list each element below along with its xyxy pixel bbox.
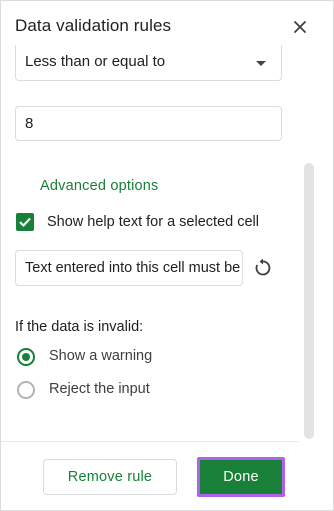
- dropdown-arrow-icon: [256, 61, 266, 66]
- criteria-selected-value: Less than or equal to: [25, 53, 166, 70]
- footer-divider: [1, 441, 299, 442]
- criteria-dropdown[interactable]: Less than or equal to: [15, 45, 282, 81]
- help-text-input[interactable]: [15, 250, 243, 286]
- radio-label: Reject the input: [49, 381, 150, 397]
- radio-button: [17, 381, 35, 399]
- close-icon[interactable]: [291, 18, 309, 36]
- reset-icon[interactable]: [252, 257, 274, 279]
- help-text-checkbox[interactable]: [16, 213, 34, 231]
- value-input[interactable]: [15, 106, 282, 141]
- help-text-checkbox-label: Show help text for a selected cell: [47, 214, 259, 230]
- dialog-title: Data validation rules: [15, 16, 172, 35]
- advanced-options-link[interactable]: Advanced options: [40, 178, 158, 194]
- invalid-data-heading: If the data is invalid:: [15, 319, 144, 335]
- radio-label: Show a warning: [49, 348, 153, 364]
- done-button[interactable]: Done: [197, 457, 285, 497]
- checkmark-icon: [19, 217, 31, 228]
- radio-button-selected: [17, 348, 35, 366]
- remove-rule-button[interactable]: Remove rule: [43, 459, 177, 495]
- scrollbar[interactable]: [304, 163, 314, 439]
